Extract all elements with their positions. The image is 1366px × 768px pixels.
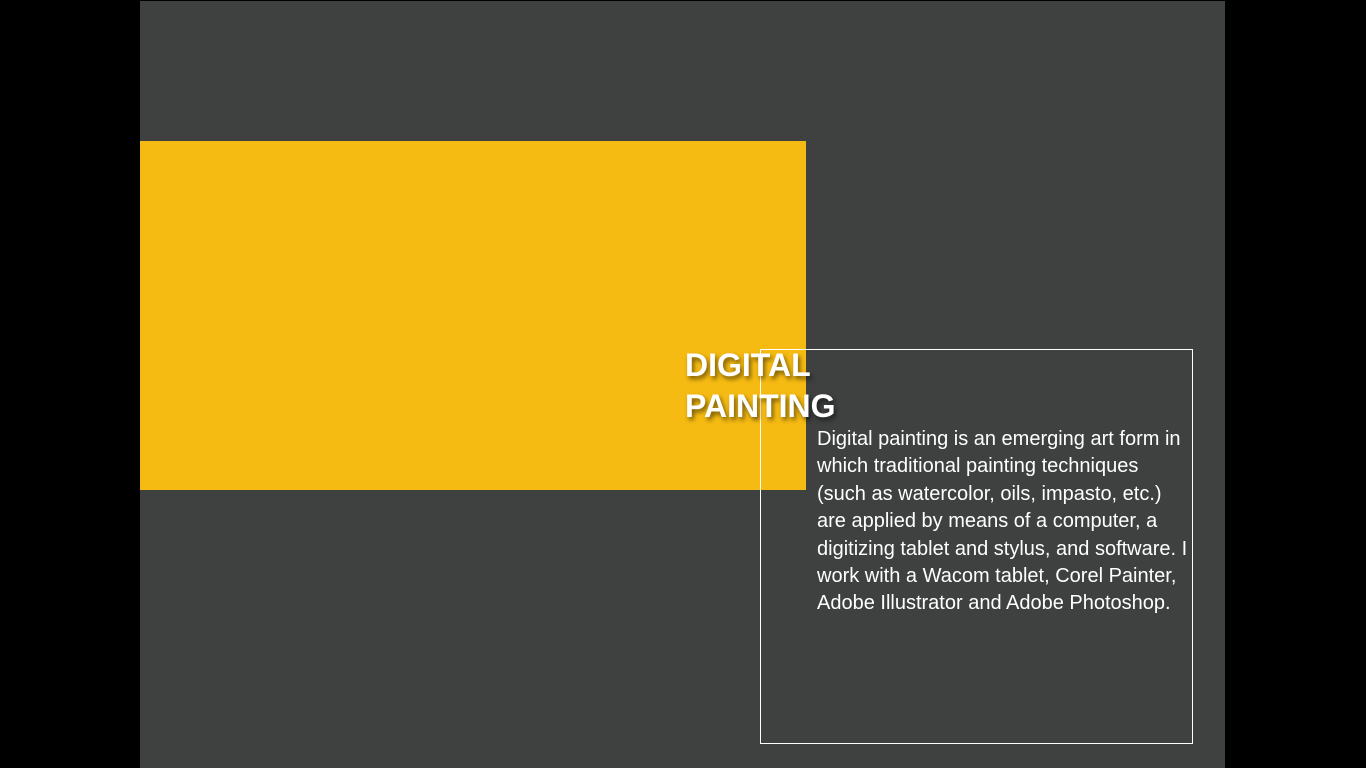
slide: DIGITAL PAINTING Digital painting is an … <box>140 1 1225 768</box>
accent-block <box>140 141 806 490</box>
body-text: Digital painting is an emerging art form… <box>817 428 1188 615</box>
title-line-2: PAINTING <box>685 388 836 424</box>
slide-title: DIGITAL PAINTING <box>685 345 836 427</box>
title-line-1: DIGITAL <box>685 347 811 383</box>
